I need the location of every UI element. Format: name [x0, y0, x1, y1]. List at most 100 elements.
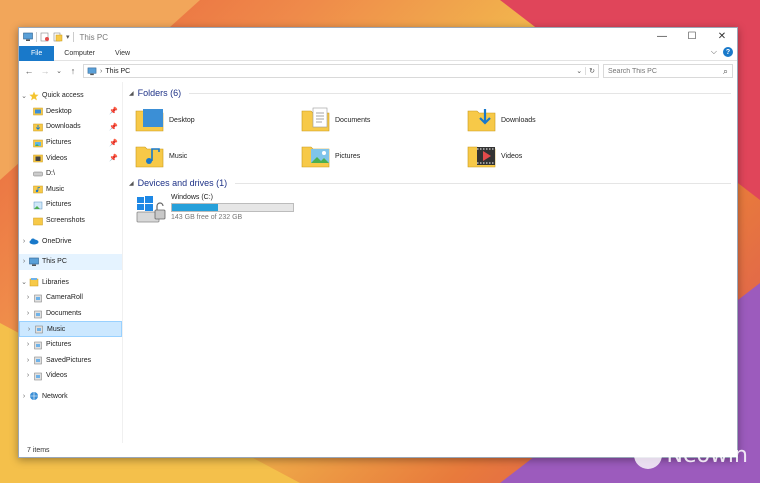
collapse-chevron-icon[interactable]: ›	[23, 357, 33, 364]
navigation-bar: ← → ⌄ ↑ › This PC ⌄ ↻ ⌕	[19, 61, 737, 81]
collapse-chevron-icon[interactable]: ›	[23, 341, 33, 348]
new-folder-icon[interactable]	[53, 32, 63, 42]
sidebar-item-libraries[interactable]: ⌄ Libraries	[19, 275, 122, 291]
help-icon[interactable]: ?	[723, 47, 733, 57]
library-icon	[35, 325, 43, 334]
sidebar-item-label: Network	[42, 392, 68, 400]
maximize-button[interactable]: ☐	[677, 28, 707, 44]
sidebar-item-label: OneDrive	[42, 237, 72, 245]
search-input[interactable]	[608, 67, 723, 75]
music-folder-icon	[33, 186, 43, 194]
window-controls: — ☐ ✕	[647, 28, 737, 44]
sidebar-item-quick-access-entry[interactable]: Music	[19, 182, 122, 198]
sidebar-item-this-pc[interactable]: › This PC	[19, 253, 122, 270]
expand-chevron-icon[interactable]: ⌄	[19, 278, 29, 286]
address-segment-this-pc[interactable]: This PC	[105, 68, 130, 75]
sidebar-item-label: Pictures	[46, 139, 72, 147]
collapse-chevron-icon[interactable]: ›	[19, 258, 29, 265]
quick-access-list: Desktop 📌 Downloads 📌 Pictures 📌 Videos 📌 D:\ Mus…	[19, 104, 122, 229]
drives-group-header[interactable]: ◢ Devices and drives (1)	[129, 176, 731, 190]
sidebar-item-quick-access-entry[interactable]: Screenshots	[19, 213, 122, 229]
address-bar[interactable]: › This PC ⌄ ↻	[83, 64, 599, 78]
tab-file[interactable]: File	[19, 45, 55, 61]
collapse-group-icon[interactable]: ◢	[129, 180, 134, 187]
expand-ribbon-icon[interactable]: ⌵	[711, 47, 717, 57]
library-icon	[34, 310, 42, 318]
collapse-chevron-icon[interactable]: ›	[19, 238, 29, 245]
sidebar-item-label: Pictures	[46, 341, 72, 349]
sidebar-item-quick-access-entry[interactable]: Desktop 📌	[19, 104, 122, 120]
search-box[interactable]: ⌕	[603, 64, 733, 78]
folder-label: Videos	[501, 152, 523, 160]
folder-tile[interactable]: Downloads	[467, 104, 633, 136]
search-icon[interactable]: ⌕	[723, 66, 728, 77]
properties-icon[interactable]	[40, 32, 50, 42]
tab-computer[interactable]: Computer	[54, 46, 105, 61]
sidebar-item-quick-access-entry[interactable]: Pictures 📌	[19, 135, 122, 151]
recent-locations-button[interactable]: ⌄	[55, 64, 63, 78]
sidebar-item-library[interactable]: › Videos	[19, 368, 122, 384]
pin-icon[interactable]: 📌	[109, 139, 118, 147]
sidebar-item-label: Videos	[46, 372, 68, 380]
pin-icon[interactable]: 📌	[109, 154, 118, 162]
group-title: Folders (6)	[137, 88, 182, 98]
folder-label: Desktop	[169, 116, 195, 124]
forward-button[interactable]: →	[39, 64, 51, 78]
navigation-pane: ⌄ Quick access Desktop 📌 Downloads 📌 Picture…	[19, 82, 123, 443]
sidebar-item-library[interactable]: › Documents	[19, 306, 122, 322]
folder-tile-icon	[467, 109, 496, 132]
sidebar-item-quick-access-entry[interactable]: Pictures	[19, 197, 122, 213]
pictures-folder-icon	[33, 139, 43, 147]
sidebar-item-quick-access-entry[interactable]: Videos 📌	[19, 150, 122, 166]
sidebar-item-library[interactable]: › Pictures	[19, 337, 122, 353]
address-separator[interactable]: ›	[100, 68, 102, 75]
collapse-chevron-icon[interactable]: ›	[23, 372, 33, 379]
collapse-chevron-icon[interactable]: ›	[23, 310, 33, 317]
pin-icon[interactable]: 📌	[109, 123, 118, 131]
libraries-icon	[29, 278, 39, 287]
collapse-group-icon[interactable]: ◢	[129, 90, 134, 97]
customize-toolbar-icon[interactable]: ▾	[66, 33, 70, 41]
address-dropdown-icon[interactable]: ⌄	[576, 67, 582, 75]
sidebar-item-network[interactable]: › Network	[19, 389, 122, 405]
minimize-button[interactable]: —	[647, 28, 677, 44]
folder-tile-icon	[301, 107, 330, 132]
sidebar-item-label: Screenshots	[46, 217, 85, 225]
sidebar-item-quick-access-entry[interactable]: D:\	[19, 166, 122, 182]
folder-tile[interactable]: Documents	[301, 104, 467, 136]
divider	[235, 182, 731, 184]
refresh-icon[interactable]: ↻	[585, 67, 595, 75]
sidebar-item-library[interactable]: › Music	[19, 321, 122, 337]
sidebar-item-label: Pictures	[46, 201, 72, 209]
title-bar: ▾ This PC — ☐ ✕	[19, 28, 737, 46]
drive-item-c[interactable]: Windows (C:) 143 GB free of 232 GB	[135, 194, 731, 226]
library-icon	[34, 294, 42, 303]
folder-tile[interactable]: Music	[135, 140, 301, 172]
drive-icon	[33, 171, 43, 177]
sidebar-item-onedrive[interactable]: › OneDrive	[19, 233, 122, 249]
quick-access-toolbar: ▾	[19, 32, 74, 42]
folder-tile-icon	[467, 146, 496, 168]
folder-label: Documents	[335, 116, 371, 124]
folders-group-header[interactable]: ◢ Folders (6)	[129, 86, 731, 100]
sidebar-item-library[interactable]: › SavedPictures	[19, 353, 122, 369]
sidebar-item-quick-access[interactable]: ⌄ Quick access	[19, 88, 122, 104]
videos-folder-icon	[33, 154, 43, 163]
collapse-chevron-icon[interactable]: ›	[19, 393, 29, 400]
sidebar-item-library[interactable]: › CameraRoll	[19, 290, 122, 306]
folder-label: Music	[169, 152, 188, 160]
network-icon	[30, 392, 38, 401]
sidebar-item-quick-access-entry[interactable]: Downloads 📌	[19, 119, 122, 135]
collapse-chevron-icon[interactable]: ›	[24, 326, 34, 333]
expand-chevron-icon[interactable]: ⌄	[19, 92, 29, 100]
folder-tile[interactable]: Desktop	[135, 104, 301, 136]
tab-view[interactable]: View	[105, 46, 140, 61]
folder-tile[interactable]: Pictures	[301, 140, 467, 172]
folder-tile[interactable]: Videos	[467, 140, 633, 172]
up-button[interactable]: ↑	[67, 64, 79, 78]
back-button[interactable]: ←	[23, 64, 35, 78]
collapse-chevron-icon[interactable]: ›	[23, 294, 33, 301]
close-button[interactable]: ✕	[707, 28, 737, 44]
pin-icon[interactable]: 📌	[109, 107, 118, 115]
sidebar-item-label: Documents	[46, 310, 82, 318]
